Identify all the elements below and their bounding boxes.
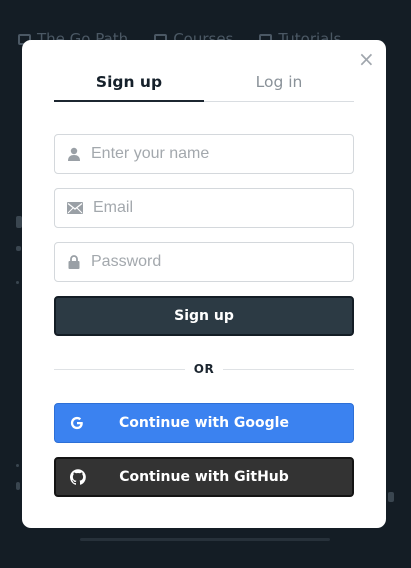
background-fragment [388,492,394,502]
tab-log-in[interactable]: Log in [204,70,354,101]
divider-line [54,368,185,370]
divider-line [223,368,355,370]
divider-text: OR [193,362,215,376]
github-icon [70,469,86,485]
email-field [54,188,354,228]
lock-icon [67,255,81,269]
background-fragment [80,538,330,541]
envelope-icon [67,201,83,215]
background-fragment [16,246,21,251]
background-fragment [16,281,19,284]
google-button[interactable]: Continue with Google [54,403,354,443]
google-button-label: Continue with Google [119,415,289,431]
name-input[interactable] [91,135,353,173]
auth-tabs: Sign up Log in [54,70,354,102]
sign-up-button-label: Sign up [174,308,234,324]
background-fragment [16,464,19,467]
background-fragment [16,482,20,490]
password-input[interactable] [91,243,353,281]
sign-up-button[interactable]: Sign up [54,296,354,336]
tab-sign-up[interactable]: Sign up [54,70,204,102]
auth-modal: × Sign up Log in Sign up OR Continue w [22,40,386,528]
or-divider: OR [54,361,355,377]
email-input[interactable] [93,189,353,227]
close-button[interactable]: × [358,49,375,69]
google-icon [69,415,85,431]
password-field [54,242,354,282]
github-button-label: Continue with GitHub [119,469,289,485]
name-field [54,134,354,174]
user-icon [67,147,81,161]
close-icon: × [358,47,375,71]
github-button[interactable]: Continue with GitHub [54,457,354,497]
